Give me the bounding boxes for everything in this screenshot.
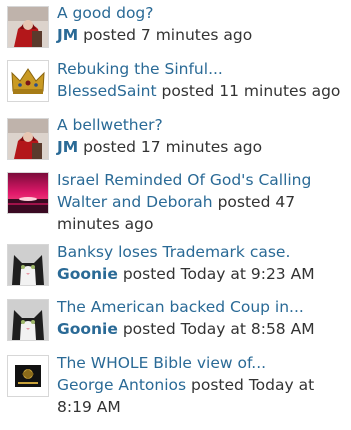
cat-icon[interactable] <box>7 299 49 341</box>
thread-title-link[interactable]: The American backed Coup in... <box>57 296 349 318</box>
author-link[interactable]: JM <box>57 26 78 44</box>
post-time: 7 minutes ago <box>140 26 253 44</box>
author-link[interactable]: JM <box>57 138 78 156</box>
posted-label: posted <box>117 320 181 338</box>
thread-title-link[interactable]: Banksy loses Trademark case. <box>57 241 349 263</box>
posted-label: posted <box>78 26 141 44</box>
recent-activity-feed: A good dog? JM posted 7 minutes ago Rebu… <box>0 0 351 430</box>
post-time: Today at 8:58 AM <box>180 320 315 338</box>
posted-label: posted <box>212 193 276 211</box>
post-meta: Goonie posted Today at 9:23 AM <box>57 263 349 285</box>
post-time: 11 minutes ago <box>219 82 341 100</box>
thread-title-link[interactable]: The WHOLE Bible view of... <box>57 352 349 374</box>
post-meta: JM posted 17 minutes ago <box>57 136 349 158</box>
post-time: Today at 9:23 AM <box>180 265 315 283</box>
avatar-red-figure-icon[interactable] <box>7 6 49 48</box>
thread-title-link[interactable]: Rebuking the Sinful... <box>57 58 349 80</box>
post-meta: Goonie posted Today at 8:58 AM <box>57 318 349 340</box>
post-meta: Walter and Deborah posted 47 minutes ago <box>57 191 349 235</box>
thread-title-link[interactable]: Israel Reminded Of God's Calling <box>57 169 349 191</box>
post-time: 17 minutes ago <box>140 138 263 156</box>
thread-title-link[interactable]: A good dog? <box>57 2 349 24</box>
crown-icon[interactable] <box>7 60 49 102</box>
posted-label: posted <box>156 82 220 100</box>
book-emblem-icon[interactable] <box>7 355 49 397</box>
posted-label: posted <box>78 138 141 156</box>
author-link[interactable]: Goonie <box>57 320 118 338</box>
author-link[interactable]: Goonie <box>57 265 118 283</box>
author-link[interactable]: George Antonios <box>57 376 186 394</box>
posted-label: posted <box>117 265 181 283</box>
cat-icon[interactable] <box>7 244 49 286</box>
avatar-red-figure-icon[interactable] <box>7 118 49 160</box>
posted-label: posted <box>186 376 249 394</box>
post-meta: George Antonios posted Today at 8:19 AM <box>57 374 349 418</box>
author-link[interactable]: BlessedSaint <box>57 82 157 100</box>
thread-title-link[interactable]: A bellwether? <box>57 114 349 136</box>
post-meta: BlessedSaint posted 11 minutes ago <box>57 80 349 102</box>
post-meta: JM posted 7 minutes ago <box>57 24 349 46</box>
author-link[interactable]: Walter and Deborah <box>57 193 213 211</box>
sunset-icon[interactable] <box>7 172 49 214</box>
